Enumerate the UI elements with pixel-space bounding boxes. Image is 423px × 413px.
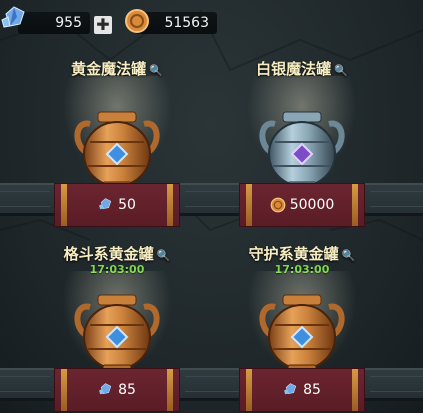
- gold-jar-icon: [259, 294, 345, 374]
- gem-icon: [99, 198, 112, 210]
- buy-button[interactable]: 50: [54, 183, 180, 227]
- resource-bar: 955 ✚ 51563: [0, 0, 423, 42]
- jar-card-guard-gold[interactable]: 守护系黄金罐 🔍 17:03:00 85: [207, 243, 397, 413]
- gold-jar-icon: [74, 294, 160, 374]
- buy-button[interactable]: 85: [54, 368, 180, 412]
- price-label: 50: [118, 197, 136, 213]
- coin-count: 51563: [164, 15, 209, 31]
- price-label: 50000: [289, 197, 335, 213]
- gem-icon: [1, 6, 25, 28]
- silver-jar-icon: [259, 111, 345, 191]
- price-label: 85: [303, 382, 321, 398]
- jar-card-fight-gold[interactable]: 格斗系黄金罐 🔍 17:03:00 85: [22, 243, 212, 413]
- gold-jar-icon: [74, 111, 160, 191]
- price-label: 85: [118, 382, 136, 398]
- jar-card-gold[interactable]: 黄金魔法罐 🔍 50: [22, 58, 212, 233]
- gem-icon: [284, 383, 297, 395]
- jar-title: 格斗系黄金罐 🔍: [63, 245, 171, 263]
- coin-icon: [125, 9, 149, 33]
- gem-icon: [99, 383, 112, 395]
- inspect-icon[interactable]: 🔍: [157, 249, 171, 262]
- jar-title: 守护系黄金罐 🔍: [248, 245, 356, 263]
- buy-button[interactable]: 85: [239, 368, 365, 412]
- jar-card-silver[interactable]: 白银魔法罐 🔍 50000: [207, 58, 397, 233]
- inspect-icon[interactable]: 🔍: [342, 249, 356, 262]
- buy-button[interactable]: 50000: [239, 183, 365, 227]
- coin-icon: [270, 197, 286, 213]
- gem-count: 955: [55, 15, 82, 31]
- add-gems-button[interactable]: ✚: [94, 16, 112, 34]
